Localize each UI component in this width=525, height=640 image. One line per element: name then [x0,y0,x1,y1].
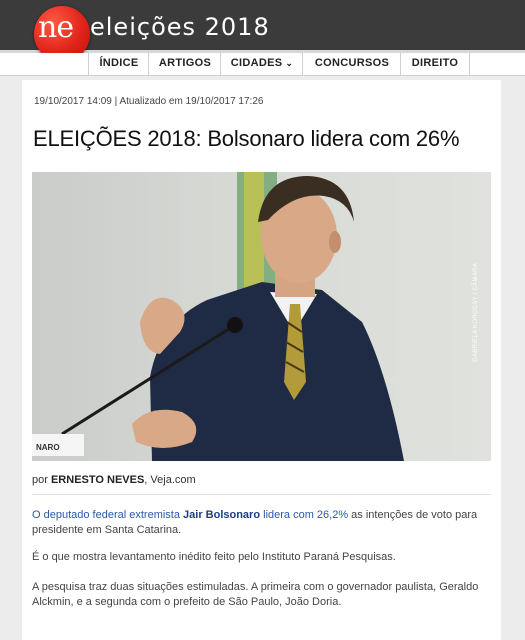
nav-item-label: DIREITO [411,57,459,69]
politician-photo-illustration: NARO [32,172,404,461]
nav-item-direito[interactable]: DIREITO [400,53,470,75]
logo-text[interactable]: ne [38,10,74,45]
nav-item-label: ARTIGOS [158,57,212,69]
link-lidera[interactable]: lidera com 26,2% [260,509,348,521]
svg-text:NARO: NARO [36,443,60,452]
main-nav: ÍNDICE ARTIGOS CIDADES ⌄ CONCURSOS DIREIT… [0,53,525,76]
person-name: Jair Bolsonaro [183,509,261,521]
article-paragraph-1: O deputado federal extremista Jair Bolso… [32,508,492,538]
nav-item-label: ÍNDICE [99,57,139,69]
byline: por ERNESTO NEVES, Veja.com [32,474,196,486]
article-photo[interactable]: NARO GABRIELA KOROSSY / CÂMARA [32,172,491,461]
nav-item-concursos[interactable]: CONCURSOS [302,53,401,75]
nav-item-artigos[interactable]: ARTIGOS [148,53,221,75]
site-title[interactable]: eleições 2018 [90,13,270,41]
byline-source: , Veja.com [144,474,196,486]
author-name[interactable]: ERNESTO NEVES [51,474,144,486]
nav-item-label: CONCURSOS [314,57,390,69]
byline-prefix: por [32,474,48,486]
divider [32,494,491,495]
article-headline: ELEIÇÕES 2018: Bolsonaro lidera com 26% [33,126,460,151]
link-deputado[interactable]: O deputado federal extremista [32,509,183,521]
nav-item-label: CIDADES [230,57,283,69]
article-paragraph-3: A pesquisa traz duas situações estimulad… [32,581,479,608]
link-jair-bolsonaro[interactable]: Jair Bolsonaro [183,509,260,521]
nav-item-cidades[interactable]: CIDADES ⌄ [220,53,303,75]
photo-credit: GABRIELA KOROSSY / CÂMARA [473,262,479,362]
chevron-down-icon: ⌄ [285,58,294,68]
article-paragraph-2: É o que mostra levantamento inédito feit… [32,551,396,563]
nav-item-indice[interactable]: ÍNDICE [88,53,149,75]
article-timestamp: 19/10/2017 14:09 | Atualizado em 19/10/2… [34,96,264,107]
article-card: 19/10/2017 14:09 | Atualizado em 19/10/2… [22,80,501,640]
